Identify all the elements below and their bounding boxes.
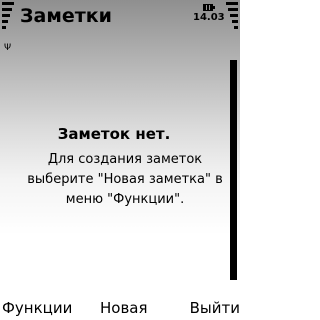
scrollbar[interactable] bbox=[230, 60, 237, 280]
notes-screen: Ψ Заметки 14.03 Заметок нет. Для создани… bbox=[0, 0, 240, 320]
battery-icon bbox=[203, 4, 215, 11]
empty-state-title: Заметок нет. bbox=[57, 125, 171, 143]
battery-level-icon bbox=[226, 2, 238, 44]
exit-softkey[interactable]: Выйти bbox=[190, 296, 240, 320]
signal-strength-icon bbox=[2, 2, 14, 44]
softkey-bar: Функции Новая Выйти bbox=[0, 296, 240, 320]
clock: 14.03 bbox=[193, 12, 225, 23]
app-title: Заметки bbox=[20, 5, 112, 27]
options-softkey[interactable]: Функции bbox=[2, 296, 72, 320]
new-note-softkey[interactable]: Новая bbox=[100, 296, 148, 320]
antenna-icon: Ψ bbox=[4, 43, 12, 53]
empty-state-hint: Для создания заметок выберите "Новая зам… bbox=[27, 152, 223, 207]
